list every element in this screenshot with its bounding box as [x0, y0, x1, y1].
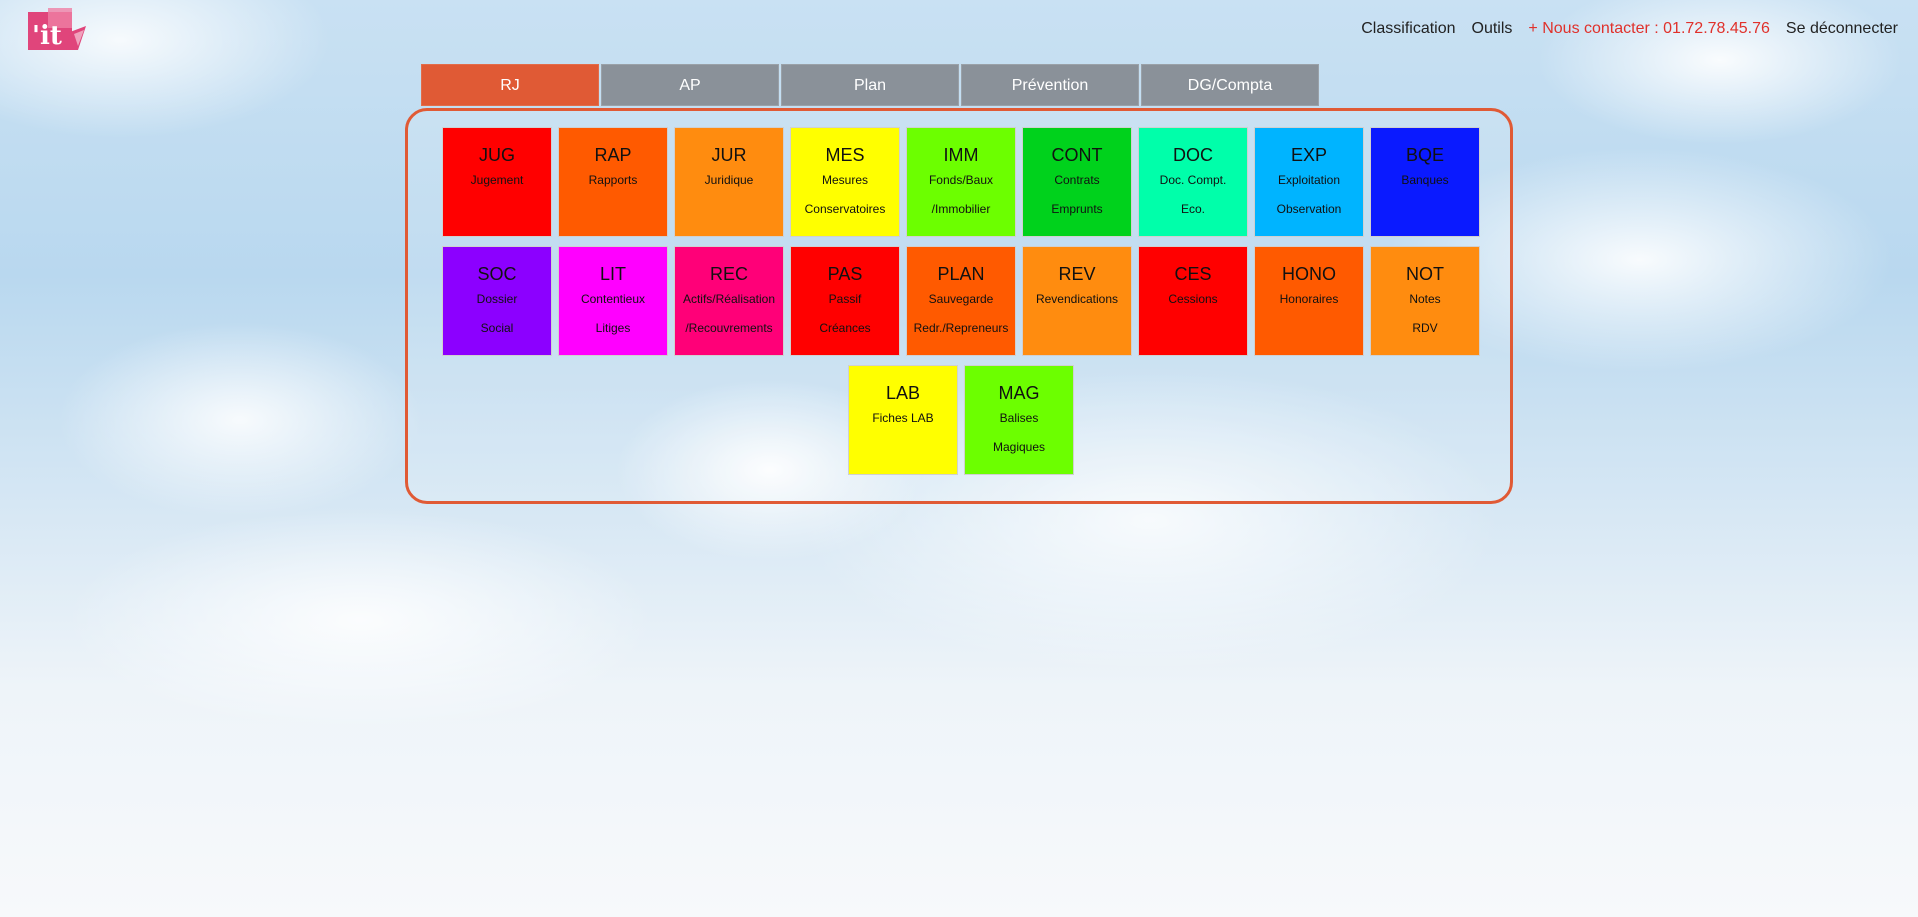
tile-ces[interactable]: CES Cessions [1138, 246, 1248, 356]
tile-code: REV [1058, 264, 1096, 284]
nav-contact[interactable]: + Nous contacter : 01.72.78.45.76 [1528, 20, 1770, 38]
tab-prevention[interactable]: Prévention [961, 64, 1139, 106]
tile-code: HONO [1282, 264, 1336, 284]
tile-label: Revendications [1035, 292, 1119, 306]
tile-code: LAB [885, 383, 921, 403]
tile-label-2: Social [480, 321, 514, 335]
tile-label: Rapports [588, 173, 638, 187]
tile-rev[interactable]: REV Revendications [1022, 246, 1132, 356]
category-panel: JUG Jugement RAP Rapports JUR Juridique … [405, 108, 1513, 504]
tile-label: Jugement [470, 173, 524, 187]
tile-rec[interactable]: REC Actifs/Réalisation /Recouvrements [674, 246, 784, 356]
tile-code: IMM [943, 145, 979, 165]
tile-label: Contentieux [580, 292, 646, 306]
tile-label-2: Redr./Repreneurs [913, 321, 1009, 335]
tile-exp[interactable]: EXP Exploitation Observation [1254, 127, 1364, 237]
tile-label: Juridique [704, 173, 754, 187]
logo: 'it [28, 8, 86, 51]
tile-label: Dossier [476, 292, 518, 306]
tile-label-2 [1371, 195, 1479, 224]
tile-pas[interactable]: PAS Passif Créances [790, 246, 900, 356]
tile-lit[interactable]: LIT Contentieux Litiges [558, 246, 668, 356]
tile-label-2: Litiges [595, 321, 631, 335]
tile-label-2: Emprunts [1051, 202, 1103, 216]
tile-label: Sauvegarde [928, 292, 994, 306]
tile-plan[interactable]: PLAN Sauvegarde Redr./Repreneurs [906, 246, 1016, 356]
nav-outils[interactable]: Outils [1472, 20, 1513, 38]
tile-code: REC [709, 264, 748, 284]
tile-label-2: Magiques [992, 440, 1046, 454]
tile-bqe[interactable]: BQE Banques [1370, 127, 1480, 237]
tile-label: Passif [828, 292, 862, 306]
tile-rap[interactable]: RAP Rapports [558, 127, 668, 237]
tile-hono[interactable]: HONO Honoraires [1254, 246, 1364, 356]
top-navigation: Classification Outils + Nous contacter :… [1361, 20, 1898, 38]
tile-lab[interactable]: LAB Fiches LAB [848, 365, 958, 475]
tile-label-2 [675, 195, 783, 224]
tab-plan[interactable]: Plan [781, 64, 959, 106]
tile-jur[interactable]: JUR Juridique [674, 127, 784, 237]
tile-code: CES [1174, 264, 1212, 284]
tab-rj[interactable]: RJ [421, 64, 599, 106]
tile-label-2: Créances [819, 321, 871, 335]
tile-label-2: Conservatoires [804, 202, 886, 216]
tile-code: JUG [479, 145, 515, 165]
tile-label-2 [1023, 314, 1131, 343]
tile-code: LIT [599, 264, 626, 284]
tile-label-2 [1139, 314, 1247, 343]
tile-code: MES [825, 145, 865, 165]
tile-code: MAG [998, 383, 1040, 403]
tile-label-2: Observation [1276, 202, 1342, 216]
tile-label: Mesures [821, 173, 868, 187]
tile-label-2: /Immobilier [931, 202, 991, 216]
tile-doc[interactable]: DOC Doc. Compt. Eco. [1138, 127, 1248, 237]
tile-label-2: RDV [1412, 321, 1438, 335]
tile-label: Notes [1409, 292, 1441, 306]
tile-label: Doc. Compt. [1159, 173, 1227, 187]
tile-code: PAS [827, 264, 863, 284]
tile-label: Exploitation [1277, 173, 1341, 187]
tile-label: Contrats [1054, 173, 1100, 187]
tile-label-2 [1255, 314, 1363, 343]
tile-code: CONT [1051, 145, 1103, 165]
tile-cont[interactable]: CONT Contrats Emprunts [1022, 127, 1132, 237]
tile-code: NOT [1406, 264, 1444, 284]
tile-code: RAP [594, 145, 632, 165]
tile-mes[interactable]: MES Mesures Conservatoires [790, 127, 900, 237]
tile-mag[interactable]: MAG Balises Magiques [964, 365, 1074, 475]
tile-not[interactable]: NOT Notes RDV [1370, 246, 1480, 356]
tile-label-2: Eco. [1180, 202, 1205, 216]
tile-label: Actifs/Réalisation [682, 292, 776, 306]
tile-label-2 [849, 433, 957, 462]
tile-code: JUR [711, 145, 747, 165]
tile-label: Honoraires [1279, 292, 1339, 306]
tile-label: Cessions [1168, 292, 1218, 306]
tile-soc[interactable]: SOC Dossier Social [442, 246, 552, 356]
tile-label-2 [443, 195, 551, 224]
nav-classification[interactable]: Classification [1361, 20, 1455, 38]
tile-label-2: /Recouvrements [685, 321, 773, 335]
tile-imm[interactable]: IMM Fonds/Baux /Immobilier [906, 127, 1016, 237]
tab-dg-compta[interactable]: DG/Compta [1141, 64, 1319, 106]
tile-label-2 [559, 195, 667, 224]
tile-jug[interactable]: JUG Jugement [442, 127, 552, 237]
tile-label: Fonds/Baux [928, 173, 994, 187]
tile-label: Fiches LAB [872, 411, 934, 425]
tile-code: PLAN [937, 264, 985, 284]
tile-code: DOC [1173, 145, 1213, 165]
tab-ap[interactable]: AP [601, 64, 779, 106]
tile-code: SOC [477, 264, 517, 284]
tile-label: Balises [999, 411, 1039, 425]
tile-label: Banques [1401, 173, 1449, 187]
tab-bar: RJ AP Plan Prévention DG/Compta [421, 64, 1319, 106]
tile-code: EXP [1290, 145, 1328, 165]
nav-logout[interactable]: Se déconnecter [1786, 20, 1898, 38]
logo-text: 'it [32, 21, 62, 51]
tile-code: BQE [1405, 145, 1444, 165]
